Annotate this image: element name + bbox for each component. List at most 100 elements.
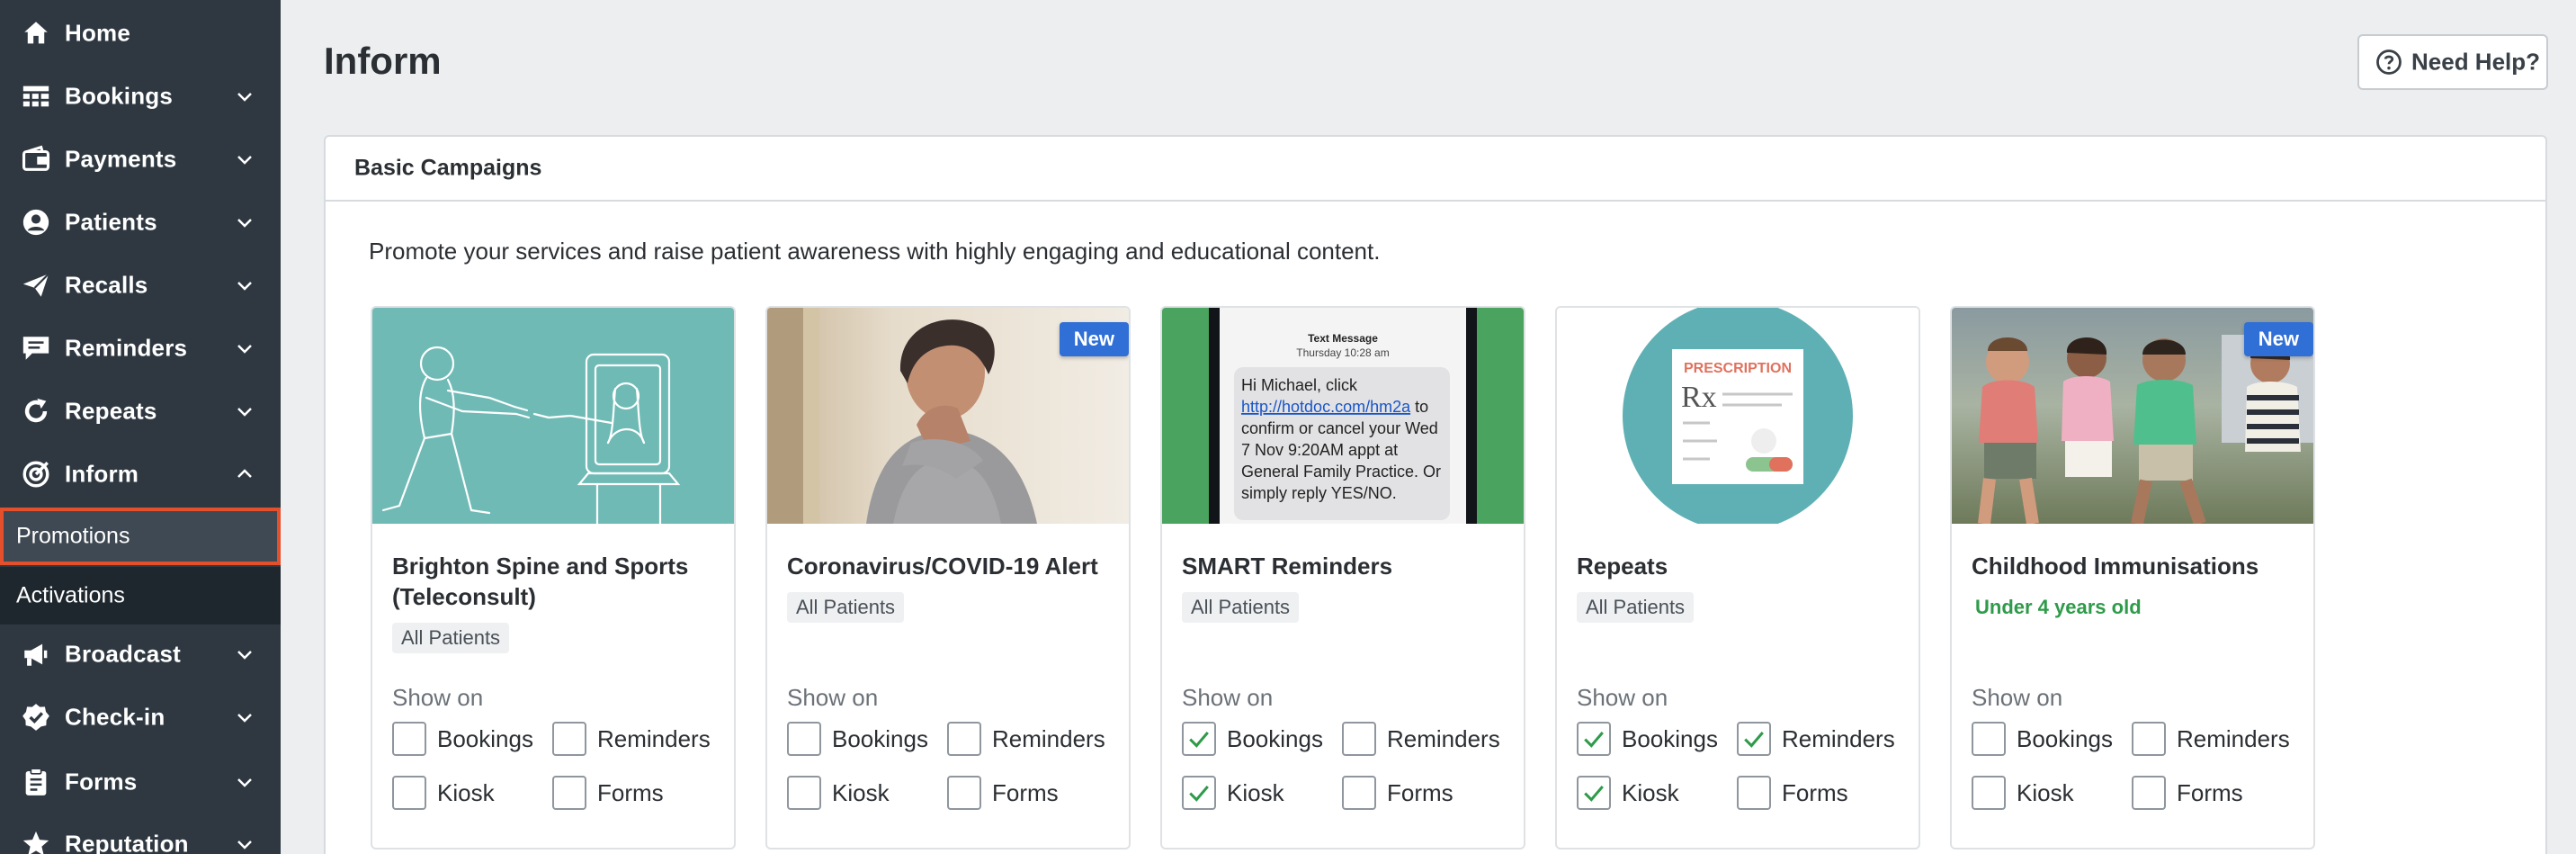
checkbox-box[interactable] — [1737, 776, 1771, 810]
checkbox-box[interactable] — [2132, 776, 2166, 810]
checkbox-forms[interactable]: Forms — [2132, 776, 2243, 810]
checkbox-forms[interactable]: Forms — [1342, 776, 1453, 810]
campaign-card-repeats[interactable]: PRESCRIPTION Rx Repeats All Patients Sho… — [1555, 306, 1920, 850]
campaign-card-smart-reminders[interactable]: Text Message Thursday 10:28 am Hi Michae… — [1160, 306, 1525, 850]
checkbox-label: Forms — [597, 778, 664, 806]
sidebar-item-reputation[interactable]: Reputation — [0, 813, 281, 854]
checkbox-box[interactable] — [1577, 722, 1611, 756]
sidebar-item-label: Broadcast — [65, 640, 181, 668]
checkbox-reminders[interactable]: Reminders — [2132, 722, 2290, 756]
sidebar-subitem-activations[interactable]: Activations — [0, 567, 281, 625]
sidebar-item-label: Forms — [65, 768, 138, 796]
wallet-icon — [20, 143, 52, 175]
sidebar-item-label: Check-in — [65, 703, 165, 731]
checkbox-label: Forms — [1387, 778, 1453, 806]
chevron-down-icon — [237, 714, 252, 723]
checkbox-box[interactable] — [1182, 722, 1216, 756]
need-help-button[interactable]: Need Help? — [2357, 34, 2548, 90]
panel-title: Basic Campaigns — [354, 155, 542, 181]
sidebar-subitem-promotions[interactable]: Promotions — [0, 508, 281, 565]
checkbox-label: Reminders — [992, 724, 1105, 752]
checkbox-box[interactable] — [947, 776, 981, 810]
show-on-label: Show on — [392, 684, 484, 711]
checkbox-box[interactable] — [1972, 776, 2006, 810]
chevron-down-icon — [237, 156, 252, 165]
chevron-up-icon — [237, 469, 252, 478]
audience-tag: Under 4 years old — [1973, 592, 2151, 623]
checkbox-label: Kiosk — [1622, 778, 1679, 806]
checkbox-label: Kiosk — [832, 778, 890, 806]
checkbox-box[interactable] — [552, 722, 586, 756]
checkmark-icon — [1584, 731, 1604, 748]
sidebar-item-reminders[interactable]: Reminders — [0, 317, 281, 380]
checkbox-bookings[interactable]: Bookings — [787, 722, 928, 756]
checkbox-label: Forms — [1782, 778, 1848, 806]
checkbox-box[interactable] — [552, 776, 586, 810]
audience-tag: All Patients — [1577, 592, 1695, 623]
checkbox-box[interactable] — [787, 722, 821, 756]
checkbox-forms[interactable]: Forms — [552, 776, 664, 810]
checkbox-box[interactable] — [1182, 776, 1216, 810]
checkbox-box[interactable] — [947, 722, 981, 756]
checkbox-box[interactable] — [2132, 722, 2166, 756]
checkbox-box[interactable] — [392, 776, 426, 810]
home-icon — [20, 17, 52, 49]
checkbox-kiosk[interactable]: Kiosk — [1972, 776, 2074, 810]
checkbox-box[interactable] — [1577, 776, 1611, 810]
checkmark-icon — [1584, 785, 1604, 802]
basic-campaigns-panel: Basic Campaigns Promote your services an… — [324, 135, 2547, 854]
chevron-down-icon — [237, 651, 252, 660]
checkbox-kiosk[interactable]: Kiosk — [392, 776, 495, 810]
sidebar-item-home[interactable]: Home — [0, 2, 281, 65]
sidebar-item-repeats[interactable]: Repeats — [0, 380, 281, 443]
checkbox-forms[interactable]: Forms — [947, 776, 1059, 810]
sidebar-item-broadcast[interactable]: Broadcast — [0, 623, 281, 686]
checkbox-bookings[interactable]: Bookings — [392, 722, 533, 756]
checkbox-box[interactable] — [1342, 776, 1376, 810]
checkbox-label: Kiosk — [437, 778, 495, 806]
checkbox-bookings[interactable]: Bookings — [1182, 722, 1323, 756]
grid-icon — [20, 80, 52, 112]
campaign-card-covid[interactable]: New Coronavirus/COVID-19 Alert All Patie… — [765, 306, 1131, 850]
card-title: SMART Reminders — [1182, 553, 1393, 580]
sms-link: http://hotdoc.com/hm2a — [1241, 398, 1411, 416]
sidebar-item-forms[interactable]: Forms — [0, 751, 281, 814]
chevron-down-icon — [237, 408, 252, 417]
sidebar-item-payments[interactable]: Payments — [0, 128, 281, 191]
checkbox-box[interactable] — [1972, 722, 2006, 756]
checkbox-box[interactable] — [787, 776, 821, 810]
checkbox-label: Reminders — [597, 724, 711, 752]
sms-line: 7 Nov 9:20AM appt at — [1241, 441, 1398, 459]
sidebar-item-bookings[interactable]: Bookings — [0, 65, 281, 128]
show-on-label: Show on — [1182, 684, 1274, 711]
checkbox-bookings[interactable]: Bookings — [1577, 722, 1718, 756]
card-title: Brighton Spine and Sports (Teleconsult) — [392, 553, 689, 610]
svg-text:http://hotdoc.com/hm2a to: http://hotdoc.com/hm2a to — [1241, 398, 1428, 416]
paper-plane-icon — [20, 269, 52, 301]
sms-line: Hi Michael, click — [1241, 376, 1358, 394]
checkbox-label: Kiosk — [2017, 778, 2074, 806]
sidebar-item-inform[interactable]: Inform — [0, 443, 281, 506]
checkbox-forms[interactable]: Forms — [1737, 776, 1848, 810]
sidebar-item-check-in[interactable]: Check-in — [0, 686, 281, 749]
checkbox-bookings[interactable]: Bookings — [1972, 722, 2113, 756]
checkbox-label: Bookings — [1622, 724, 1718, 752]
checkbox-kiosk[interactable]: Kiosk — [1577, 776, 1679, 810]
sidebar-item-patients[interactable]: Patients — [0, 191, 281, 254]
checkbox-kiosk[interactable]: Kiosk — [787, 776, 890, 810]
checkbox-kiosk[interactable]: Kiosk — [1182, 776, 1284, 810]
campaign-card-childhood-immunisations[interactable]: New Childhood Immunisations Under 4 year… — [1950, 306, 2315, 850]
checkbox-reminders[interactable]: Reminders — [1737, 722, 1895, 756]
checkbox-box[interactable] — [1342, 722, 1376, 756]
campaign-card-teleconsult[interactable]: Brighton Spine and Sports (Teleconsult) … — [371, 306, 736, 850]
sidebar-item-recalls[interactable]: Recalls — [0, 254, 281, 317]
checkbox-box[interactable] — [392, 722, 426, 756]
checkbox-reminders[interactable]: Reminders — [552, 722, 711, 756]
checkbox-reminders[interactable]: Reminders — [947, 722, 1105, 756]
audience-tag: All Patients — [1182, 592, 1300, 623]
checkbox-reminders[interactable]: Reminders — [1342, 722, 1500, 756]
sidebar: Home Bookings Payments Patients Recalls — [0, 0, 281, 854]
sidebar-item-label: Payments — [65, 145, 177, 173]
checkbox-box[interactable] — [1737, 722, 1771, 756]
card-title: Repeats — [1577, 553, 1668, 580]
